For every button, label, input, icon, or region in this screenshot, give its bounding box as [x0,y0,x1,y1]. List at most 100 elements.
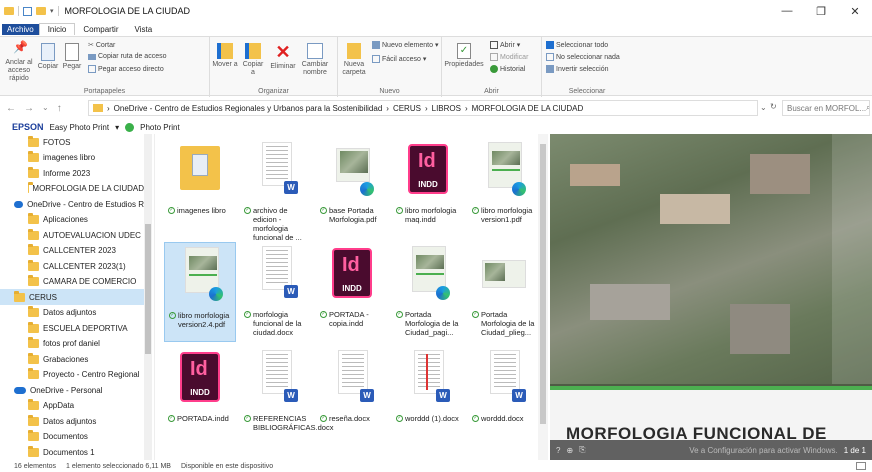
nav-item[interactable]: Datos adjuntos [0,413,144,429]
minimize-button[interactable]: — [770,0,804,22]
checkmark-icon[interactable] [23,6,32,16]
nav-item[interactable]: OneDrive - Centro de Estudios R [0,196,144,212]
edit-button[interactable]: Modificar [490,53,528,61]
chevron-down-icon[interactable]: ▾ [50,7,54,15]
file-item[interactable]: ✓ libro morfologia version1.pdf [468,138,540,238]
group-label: Seleccionar [568,88,606,95]
chevron-down-icon[interactable]: ▾ [115,123,119,132]
nav-scrollbar[interactable] [144,134,152,460]
select-all-button[interactable]: Seleccionar todo [546,41,608,49]
sync-status-icon: ✓ [320,311,327,318]
folder-icon[interactable] [36,7,46,15]
nav-item[interactable]: AppData [0,398,144,414]
files-scrollbar[interactable] [538,134,548,460]
delete-button[interactable]: ✕ Eliminar [268,43,298,71]
nav-item[interactable]: Datos adjuntos [0,305,144,321]
file-item[interactable]: W ✓ REFERENCIAS BIBLIOGRÁFICAS.docx [240,346,333,446]
file-item[interactable]: Id INDD ✓ libro morfologia maq.indd [392,138,464,238]
photo-print-button[interactable]: Photo Print [140,123,180,132]
edge-icon [209,287,223,301]
nav-item[interactable]: OneDrive - Personal [0,382,144,398]
copy-button[interactable]: Copiar [36,43,60,71]
nav-item[interactable]: Aplicaciones [0,212,144,228]
new-item-button[interactable]: Nuevo elemento ▾ [372,41,439,49]
cut-button[interactable]: ✂ Cortar [88,41,115,50]
copy-icon[interactable]: ⎘ [579,445,585,455]
up-arrow-icon[interactable]: ↑ [57,103,62,114]
open-button[interactable]: Abrir ▾ [490,41,520,49]
view-toggle-icon[interactable] [856,462,866,470]
new-folder-icon [347,43,361,59]
file-item[interactable]: W ✓ worddd.docx [468,346,540,446]
nav-item[interactable]: Grabaciones [0,351,144,367]
file-item[interactable]: ✓ imagenes libro [164,138,236,238]
file-name-label: libro morfologia version1.pdf [481,206,533,224]
breadcrumb-cerus[interactable]: CERUS [393,104,421,113]
file-item[interactable]: ✓ libro morfologia version2.4.pdf [164,242,236,342]
tab-archivo[interactable]: Archivo [2,23,39,35]
copy-to-button[interactable]: Copiar a [240,43,266,77]
file-name-label: Portada Morfologia de la Ciudad_pagi... [405,310,459,337]
new-folder-button[interactable]: Nueva carpeta [340,43,368,77]
file-item[interactable]: W ✓ archivo de edicion - morfologia funcio… [240,138,312,242]
close-button[interactable]: ✕ [838,0,872,22]
breadcrumb-libros[interactable]: LIBROS [432,104,461,113]
help-icon[interactable]: ? [556,446,560,455]
file-item[interactable]: Id INDD ✓ PORTADA.indd [164,346,236,446]
pin-button[interactable]: 📌 Anclar al acceso rápido [2,41,36,83]
breadcrumb-current[interactable]: MORFOLOGIA DE LA CIUDAD [472,104,584,113]
nav-item[interactable]: MORFOLOGIA DE LA CIUDAD [0,181,144,197]
group-abrir: ✓ Propiedades Abrir ▾ Modificar Historial… [442,37,542,97]
search-input[interactable]: Buscar en MORFOL... ⌕ [782,100,870,116]
rename-button[interactable]: Cambiar nombre [298,43,332,77]
copy-path-button[interactable]: Copiar ruta de acceso [88,53,166,60]
forward-arrow-icon[interactable]: → [24,103,34,114]
nav-item[interactable]: Informe 2023 [0,165,144,181]
file-item[interactable]: ✓ Portada Morfologia de la Ciudad_pagi... [392,242,464,342]
refresh-icon[interactable]: ↻ [770,102,777,111]
file-item[interactable]: W ✓ morfologia funcional de la ciudad.docx [240,242,312,342]
file-item[interactable]: W ✓ reseña.docx [316,346,388,446]
file-item[interactable]: ✓ Portada Morfologia de la Ciudad_plieg..… [468,242,540,342]
breadcrumb-onedrive[interactable]: OneDrive - Centro de Estudios Regionales… [114,104,383,113]
scrollbar-thumb[interactable] [540,144,546,424]
easy-access-button[interactable]: Fácil acceso ▾ [372,55,426,63]
nav-item[interactable]: CALLCENTER 2023(1) [0,258,144,274]
invert-selection-button[interactable]: Invertir selección [546,65,609,73]
properties-button[interactable]: ✓ Propiedades [444,43,484,69]
nav-item[interactable]: imagenes libro [0,150,144,166]
tab-inicio[interactable]: Inicio [38,23,76,35]
folder-icon[interactable] [4,7,14,15]
nav-item[interactable]: Documentos [0,429,144,445]
nav-item[interactable]: fotos prof daniel [0,336,144,352]
download-icon[interactable]: ⊕ [566,446,573,455]
sync-status-icon: ✓ [320,207,327,214]
move-to-button[interactable]: Mover a [212,43,238,69]
select-none-button[interactable]: No seleccionar nada [546,53,620,61]
back-arrow-icon[interactable]: ← [6,103,16,114]
folder-icon [28,321,39,333]
nav-item[interactable]: CALLCENTER 2023 [0,243,144,259]
tab-compartir[interactable]: Compartir [75,24,126,35]
tab-vista[interactable]: Vista [127,24,161,35]
nav-item[interactable]: FOTOS [0,134,144,150]
scrollbar-thumb[interactable] [145,224,151,354]
nav-item[interactable]: Proyecto - Centro Regional [0,367,144,383]
file-list: ✓ imagenes libro W ✓ archivo de edicion - mo… [158,134,538,460]
easy-photo-print-button[interactable]: Easy Photo Print [50,123,110,132]
maximize-button[interactable]: ❐ [804,0,838,22]
nav-item[interactable]: ESCUELA DEPORTIVA [0,320,144,336]
nav-item[interactable]: CAMARA DE COMERCIO [0,274,144,290]
paste-shortcut-button[interactable]: Pegar acceso directo [88,65,164,73]
paste-button[interactable]: Pegar [60,43,84,71]
file-item[interactable]: W ✓ worddd (1).docx [392,346,464,446]
chevron-down-icon[interactable]: ⌄ [760,103,767,112]
file-item[interactable]: ✓ base Portada Morfologia.pdf [316,138,388,238]
chevron-down-icon[interactable]: ⌄ [42,103,49,114]
nav-item[interactable]: CERUS [0,289,144,305]
nav-item[interactable]: Documentos 1 [0,444,144,460]
address-bar[interactable]: › OneDrive - Centro de Estudios Regional… [88,100,758,116]
history-button[interactable]: Historial [490,65,525,73]
nav-item[interactable]: AUTOEVALUACION UDEC [0,227,144,243]
file-item[interactable]: Id INDD ✓ PORTADA - copia.indd [316,242,388,342]
